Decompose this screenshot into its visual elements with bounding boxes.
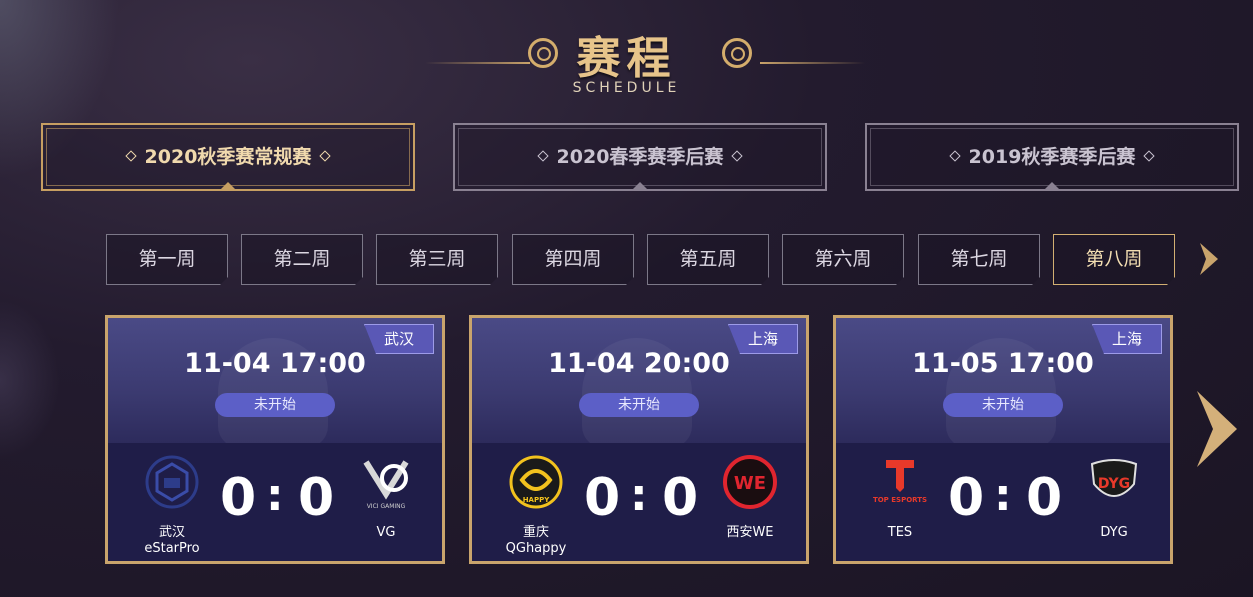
team-name-home: 武汉 eStarPro <box>112 525 232 557</box>
team-name-away: VG <box>326 525 442 541</box>
estarpro-logo-icon <box>145 455 199 509</box>
tab-week-7[interactable]: 第七周 <box>918 234 1040 285</box>
background-decoration-left <box>0 300 60 460</box>
score-away: 0 <box>298 468 335 528</box>
season-tab-label: 2020春季赛季后赛 <box>556 146 724 168</box>
qghappy-logo-text: HAPPY <box>523 496 551 504</box>
score-home: 0 <box>948 468 985 528</box>
match-datetime: 11-04 20:00 <box>548 348 730 379</box>
tab-week-2[interactable]: 第二周 <box>241 234 363 285</box>
team-name-line2: eStarPro <box>144 541 200 556</box>
dyg-logo-text: DYG <box>1098 476 1130 492</box>
match-datetime: 11-05 17:00 <box>912 348 1094 379</box>
tab-season-2020-autumn-regular[interactable]: 2020秋季赛常规赛 <box>41 123 415 191</box>
tab-week-1[interactable]: 第一周 <box>106 234 228 285</box>
season-tab-label: 2020秋季赛常规赛 <box>144 146 312 168</box>
dyg-logo-icon: DYG <box>1090 459 1138 497</box>
match-card[interactable]: 武汉 11-04 17:00 未开始 武汉 eStarPro 0 : 0 VIC… <box>105 315 445 564</box>
qghappy-logo-icon: HAPPY <box>509 455 563 509</box>
team-name-line1: DYG <box>1100 525 1128 540</box>
status-badge: 未开始 <box>943 393 1063 417</box>
page-title: 赛程 <box>576 33 677 84</box>
schedule-header: 赛程 SCHEDULE <box>0 0 1253 110</box>
triangle-indicator-icon <box>631 182 649 191</box>
match-card[interactable]: 上海 11-05 17:00 未开始 TOP ESPORTS TES 0 : 0… <box>833 315 1173 564</box>
team-name-away: 西安WE <box>690 525 806 541</box>
swirl-ornament-icon <box>722 38 752 68</box>
tab-week-5[interactable]: 第五周 <box>647 234 769 285</box>
match-card-header: 上海 11-05 17:00 未开始 <box>836 318 1170 448</box>
score-home: 0 <box>220 468 257 528</box>
diamond-icon <box>948 149 961 162</box>
page-subtitle: SCHEDULE <box>572 80 681 96</box>
team-name-line1: 重庆 <box>522 525 549 540</box>
team-name-line1: VG <box>376 525 396 540</box>
team-name-line1: 西安WE <box>726 525 774 540</box>
team-name-home: TES <box>840 525 960 541</box>
we-logo-text: WE <box>734 473 766 494</box>
chevron-right-large-icon[interactable] <box>1193 389 1239 469</box>
team-name-line1: TES <box>887 525 913 540</box>
chevron-right-icon[interactable] <box>1196 241 1222 277</box>
diamond-icon <box>1143 149 1156 162</box>
season-tab-label: 2019秋季赛季后赛 <box>968 146 1136 168</box>
tab-week-3[interactable]: 第三周 <box>376 234 498 285</box>
score-away: 0 <box>1026 468 1063 528</box>
vg-logo-icon: VICI GAMING <box>363 460 409 510</box>
tab-week-4[interactable]: 第四周 <box>512 234 634 285</box>
diamond-icon <box>536 149 549 162</box>
diamond-icon <box>731 149 744 162</box>
triangle-indicator-icon <box>1043 182 1061 191</box>
team-name-line1: 武汉 <box>158 525 185 540</box>
status-badge: 未开始 <box>579 393 699 417</box>
tes-logo-icon: TOP ESPORTS <box>873 460 927 504</box>
score-separator: : <box>994 470 1012 521</box>
diamond-icon <box>319 149 332 162</box>
status-badge: 未开始 <box>215 393 335 417</box>
tab-season-2020-spring-playoffs[interactable]: 2020春季赛季后赛 <box>453 123 827 191</box>
match-card-header: 上海 11-04 20:00 未开始 <box>472 318 806 448</box>
team-name-line2: QGhappy <box>505 541 567 556</box>
team-name-away: DYG <box>1054 525 1170 541</box>
match-datetime: 11-04 17:00 <box>184 348 366 379</box>
tab-season-2019-autumn-playoffs[interactable]: 2019秋季赛季后赛 <box>865 123 1239 191</box>
diamond-icon <box>124 149 137 162</box>
tab-week-8[interactable]: 第八周 <box>1053 234 1175 285</box>
tab-week-6[interactable]: 第六周 <box>782 234 904 285</box>
score-away: 0 <box>662 468 699 528</box>
score-separator: : <box>266 470 284 521</box>
score-home: 0 <box>584 468 621 528</box>
match-card-header: 武汉 11-04 17:00 未开始 <box>108 318 442 448</box>
tes-logo-text: TOP ESPORTS <box>873 496 927 504</box>
we-logo-icon: WE <box>723 455 777 509</box>
score-separator: : <box>630 470 648 521</box>
team-name-home: 重庆 QGhappy <box>476 525 596 557</box>
title-divider-right <box>760 62 865 64</box>
match-card[interactable]: 上海 11-04 20:00 未开始 HAPPY 重庆 QGhappy 0 : … <box>469 315 809 564</box>
vg-logo-text: VICI GAMING <box>367 503 406 510</box>
triangle-indicator-icon <box>219 182 237 191</box>
